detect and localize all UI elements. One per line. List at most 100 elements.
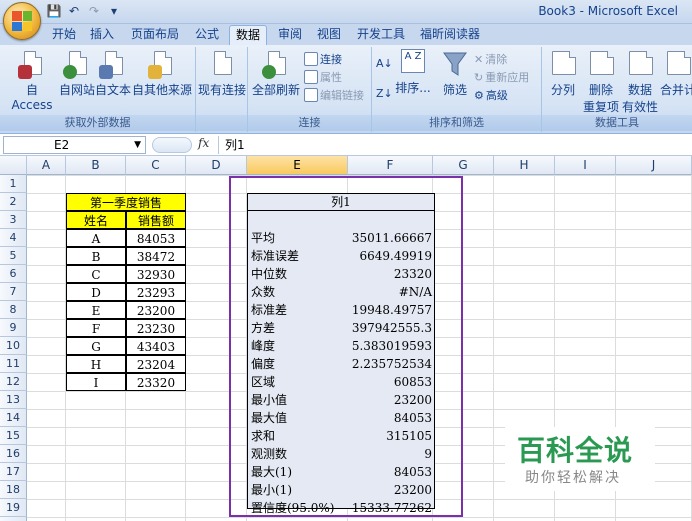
group-label: 连接 (248, 115, 371, 131)
sales-name-cell[interactable]: D (66, 283, 126, 301)
from-access-button[interactable]: 自 Access (4, 49, 60, 112)
advanced-button[interactable]: ⚙ 高级 (474, 87, 508, 103)
column-header-d[interactable]: D (186, 156, 247, 175)
refresh-all-button[interactable]: 全部刷新 (250, 49, 302, 98)
consolidate-button[interactable]: 合并计 (660, 49, 692, 98)
qat-dropdown-icon[interactable]: ▾ (106, 3, 122, 19)
row-header-16[interactable]: 16 (0, 445, 27, 463)
column-header-c[interactable]: C (126, 156, 186, 175)
save-icon[interactable]: 💾 (46, 3, 62, 19)
edit-links-icon (304, 88, 318, 102)
sales-amount-cell[interactable]: 23230 (126, 319, 186, 337)
sort-desc-icon[interactable]: Z↓ (376, 87, 393, 100)
sales-name-cell[interactable]: A (66, 229, 126, 247)
existing-connections-button[interactable]: 现有连接 (197, 49, 247, 98)
from-text-button[interactable]: 自文本 (94, 49, 132, 98)
sales-name-cell[interactable]: C (66, 265, 126, 283)
fx-icon[interactable]: fx (198, 136, 209, 150)
tab-page-layout[interactable]: 页面布局 (126, 25, 184, 45)
column-header-a[interactable]: A (27, 156, 66, 175)
sort-button[interactable]: A Z 排序... (394, 49, 432, 96)
row-header-12[interactable]: 12 (0, 373, 27, 391)
tab-foxit[interactable]: 福昕阅读器 (418, 25, 482, 45)
tab-review[interactable]: 审阅 (274, 25, 306, 45)
sales-amount-cell[interactable]: 23293 (126, 283, 186, 301)
row-header-3[interactable]: 3 (0, 211, 27, 229)
reapply-button[interactable]: ↻ 重新应用 (474, 69, 529, 85)
from-other-sources-button[interactable]: 自其他来源 (130, 49, 194, 98)
row-header-17[interactable]: 17 (0, 463, 27, 481)
tab-data[interactable]: 数据 (229, 25, 267, 45)
edit-links-button[interactable]: 编辑链接 (304, 87, 364, 103)
row-header-10[interactable]: 10 (0, 337, 27, 355)
group-label: 获取外部数据 (0, 115, 195, 131)
sales-amount-cell[interactable]: 23320 (126, 373, 186, 391)
name-box[interactable]: E2 ▼ (3, 136, 146, 154)
chevron-down-icon[interactable]: ▼ (134, 137, 141, 153)
connections-button[interactable]: 连接 (304, 51, 342, 67)
group-get-external-data: 自 Access 自网站 自文本 自其他来源 获取外部数据 (0, 47, 196, 132)
row-header-15[interactable]: 15 (0, 427, 27, 445)
row-header-2[interactable]: 2 (0, 193, 27, 211)
column-header-g[interactable]: G (433, 156, 494, 175)
row-header-9[interactable]: 9 (0, 319, 27, 337)
group-existing-connections: 现有连接 (196, 47, 248, 132)
clear-button[interactable]: ✕ 清除 (474, 51, 507, 67)
formula-input[interactable]: 列1 (218, 136, 692, 154)
clear-icon: ✕ (474, 52, 484, 66)
sales-amount-cell[interactable]: 32930 (126, 265, 186, 283)
sales-name-cell[interactable]: G (66, 337, 126, 355)
row-header-13[interactable]: 13 (0, 391, 27, 409)
filter-button[interactable]: 筛选 (438, 49, 472, 98)
sales-amount-cell[interactable]: 23204 (126, 355, 186, 373)
row-header-6[interactable]: 6 (0, 265, 27, 283)
row-header-11[interactable]: 11 (0, 355, 27, 373)
sales-name-cell[interactable]: H (66, 355, 126, 373)
row-header-14[interactable]: 14 (0, 409, 27, 427)
select-all-corner[interactable] (0, 156, 27, 175)
sales-amount-cell[interactable]: 43403 (126, 337, 186, 355)
sales-amount-cell[interactable]: 84053 (126, 229, 186, 247)
sales-table-title[interactable]: 第一季度销售 (66, 193, 186, 211)
row-header-4[interactable]: 4 (0, 229, 27, 247)
from-web-button[interactable]: 自网站 (58, 49, 96, 98)
column-header-e[interactable]: E (247, 156, 348, 175)
column-header-b[interactable]: B (66, 156, 126, 175)
formula-bar-expander[interactable] (152, 137, 192, 153)
undo-icon[interactable]: ↶ (66, 3, 82, 19)
sales-name-cell[interactable]: I (66, 373, 126, 391)
column-header-j[interactable]: J (616, 156, 692, 175)
column-header-h[interactable]: H (494, 156, 555, 175)
tab-formulas[interactable]: 公式 (191, 25, 223, 45)
row-header-20[interactable]: 20 (0, 517, 27, 521)
row-header-5[interactable]: 5 (0, 247, 27, 265)
row-header-18[interactable]: 18 (0, 481, 27, 499)
row-header-1[interactable]: 1 (0, 175, 27, 193)
formula-bar: E2 ▼ fx 列1 (0, 134, 692, 156)
sales-name-cell[interactable]: F (66, 319, 126, 337)
connections-icon (304, 52, 318, 66)
tab-insert[interactable]: 插入 (86, 25, 118, 45)
sales-amount-cell[interactable]: 38472 (126, 247, 186, 265)
sales-amount-cell[interactable]: 23200 (126, 301, 186, 319)
office-button[interactable] (3, 2, 41, 40)
sales-header-name[interactable]: 姓名 (66, 211, 126, 229)
row-header-7[interactable]: 7 (0, 283, 27, 301)
properties-button[interactable]: 属性 (304, 69, 342, 85)
sales-name-cell[interactable]: E (66, 301, 126, 319)
sort-asc-icon[interactable]: A↓ (376, 57, 393, 70)
column-header-f[interactable]: F (348, 156, 433, 175)
tab-view[interactable]: 视图 (313, 25, 345, 45)
column-header-i[interactable]: I (555, 156, 616, 175)
remove-duplicates-button[interactable]: 删除 重复项 (582, 49, 620, 115)
group-label: 数据工具 (542, 115, 692, 131)
sales-header-amount[interactable]: 销售额 (126, 211, 186, 229)
data-validation-button[interactable]: 数据 有效性 (620, 49, 660, 115)
row-header-19[interactable]: 19 (0, 499, 27, 517)
sales-name-cell[interactable]: B (66, 247, 126, 265)
redo-icon[interactable]: ↷ (86, 3, 102, 19)
text-to-columns-button[interactable]: 分列 (546, 49, 580, 98)
tab-developer[interactable]: 开发工具 (355, 25, 407, 45)
tab-home[interactable]: 开始 (48, 25, 80, 45)
row-header-8[interactable]: 8 (0, 301, 27, 319)
